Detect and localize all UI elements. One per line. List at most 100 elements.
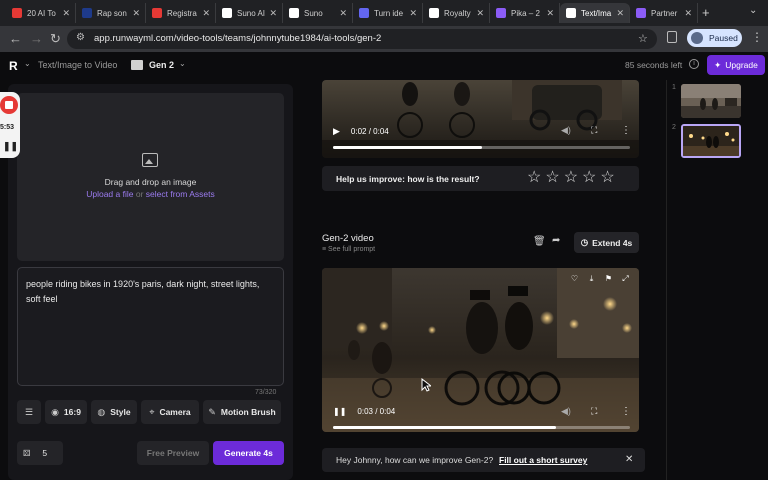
close-icon[interactable]: ✕	[625, 454, 633, 465]
browser-tab[interactable]: Suno AI ✕	[216, 3, 283, 23]
recording-time: 5:53	[0, 124, 15, 131]
video-progress-bar[interactable]	[333, 426, 630, 429]
video-progress-bar[interactable]	[333, 146, 630, 149]
close-tab-icon[interactable]: ✕	[132, 8, 140, 19]
browser-tab[interactable]: Registra ✕	[146, 3, 216, 23]
prompt-textarea[interactable]: people riding bikes in 1920's paris, dar…	[17, 267, 284, 386]
style-button[interactable]: ◍ Style	[91, 400, 137, 424]
video-title: Gen-2 video	[322, 233, 374, 244]
seed-icon: ⚄	[23, 447, 31, 458]
generate-button[interactable]: Generate 4s	[213, 441, 284, 465]
reload-icon[interactable]: ↻	[50, 31, 61, 47]
trash-icon[interactable]: 🗑	[533, 236, 546, 247]
browser-menu-icon[interactable]: ⋮	[751, 30, 763, 44]
sliders-icon: ☰	[24, 406, 34, 417]
settings-button[interactable]: ☰	[17, 400, 41, 424]
play-icon[interactable]: ▶	[333, 126, 340, 137]
project-name[interactable]: Gen 2	[149, 60, 174, 70]
favorite-icon[interactable]: ♡	[568, 272, 581, 285]
site-icon	[636, 8, 646, 18]
close-tab-icon[interactable]: ✕	[339, 8, 347, 19]
video-player[interactable]: ▶ 0:02 / 0:04 ◀) ⛶ ⋮	[322, 80, 639, 158]
browser-tab[interactable]: Royalty ✕	[423, 3, 490, 23]
free-preview-button[interactable]: Free Preview	[137, 441, 209, 465]
feedback-question: Help us improve: how is the result?	[336, 174, 480, 184]
new-tab-button[interactable]: +	[702, 5, 710, 20]
profile-button[interactable]: Paused	[687, 29, 742, 47]
expand-icon[interactable]: ⤢	[619, 272, 632, 285]
chevron-down-icon[interactable]: ⌄	[24, 59, 31, 68]
forward-arrow-icon[interactable]: →	[30, 31, 43, 46]
share-icon[interactable]: ➦	[552, 235, 560, 246]
char-count: 73/320	[255, 389, 277, 396]
survey-link[interactable]: Fill out a short survey	[499, 455, 587, 465]
upload-file-link[interactable]: Upload a file	[86, 189, 133, 199]
dropzone-title: Drag and drop an image	[104, 177, 197, 187]
breadcrumb[interactable]: Text/Image to Video	[38, 60, 117, 70]
more-options-icon[interactable]: ⋮	[621, 125, 631, 136]
browser-tab[interactable]: Turn ide ✕	[353, 3, 423, 23]
close-tab-icon[interactable]: ✕	[476, 8, 484, 19]
motion-brush-button[interactable]: ✎ Motion Brush	[203, 400, 281, 424]
download-icon[interactable]: ⤓	[585, 272, 598, 285]
aspect-ratio-button[interactable]: ◉ 16:9	[45, 400, 87, 424]
seed-control[interactable]: ⚄ 5	[17, 441, 63, 465]
close-tab-icon[interactable]: ✕	[269, 8, 277, 19]
close-tab-icon[interactable]: ✕	[202, 8, 210, 19]
fullscreen-icon[interactable]: ⛶	[591, 406, 597, 417]
side-panel-icon[interactable]	[667, 31, 677, 43]
star-icon[interactable]: ☆	[582, 169, 596, 187]
sparkle-icon: ✦	[714, 59, 722, 70]
pause-icon[interactable]: ❚❚	[3, 141, 18, 152]
camera-button[interactable]: ⌖ Camera	[141, 400, 199, 424]
star-icon[interactable]: ☆	[527, 169, 541, 187]
close-tab-icon[interactable]: ✕	[409, 8, 417, 19]
thumbnail-image	[681, 84, 741, 118]
close-tab-icon[interactable]: ✕	[616, 8, 624, 19]
browser-tab-bar: 20 AI To ✕ Rap son ✕ Registra ✕ Suno AI ✕ Su…	[0, 0, 768, 26]
video-progress-fill	[333, 426, 556, 429]
select-assets-link[interactable]: select from Assets	[146, 189, 215, 199]
star-icon[interactable]: ☆	[564, 169, 578, 187]
thumbnail-index: 2	[672, 124, 676, 131]
browser-tab[interactable]: Pika – 2 ✕	[490, 3, 560, 23]
browser-toolbar: ← → ↻ ⚙ app.runwayml.com/video-tools/tea…	[0, 26, 768, 52]
address-bar[interactable]: ⚙ app.runwayml.com/video-tools/teams/joh…	[67, 29, 657, 49]
volume-icon[interactable]: ◀)	[561, 406, 571, 417]
browser-tab[interactable]: Rap son ✕	[76, 3, 146, 23]
back-arrow-icon[interactable]: ←	[9, 31, 22, 46]
palette-icon: ◍	[97, 406, 106, 417]
flag-icon[interactable]: ⚑	[602, 272, 615, 285]
thumbnail-item[interactable]	[681, 84, 741, 118]
browser-tab[interactable]: Partner ✕	[630, 3, 698, 23]
star-icon[interactable]: ☆	[545, 169, 559, 187]
bookmark-star-icon[interactable]: ☆	[638, 32, 648, 45]
browser-tab[interactable]: Suno ✕	[283, 3, 353, 23]
more-options-icon[interactable]: ⋮	[621, 406, 631, 417]
close-tab-icon[interactable]: ✕	[62, 8, 70, 19]
see-full-prompt-link[interactable]: ≡ See full prompt	[322, 246, 375, 253]
chevron-down-icon[interactable]: ⌄	[179, 59, 186, 68]
ratio-icon: ◉	[51, 406, 59, 417]
close-tab-icon[interactable]: ✕	[546, 8, 554, 19]
rating-stars[interactable]: ☆ ☆ ☆ ☆ ☆	[527, 169, 615, 187]
extend-button[interactable]: ◷ Extend 4s	[574, 232, 639, 253]
close-tab-icon[interactable]: ✕	[684, 8, 692, 19]
site-info-icon[interactable]: ⚙	[76, 32, 85, 43]
browser-tab[interactable]: 20 AI To ✕	[6, 3, 76, 23]
pause-icon[interactable]: ❚❚	[333, 407, 346, 416]
site-icon	[359, 8, 369, 18]
tab-search-icon[interactable]: ⌄	[749, 5, 757, 16]
star-icon[interactable]: ☆	[600, 169, 614, 187]
runway-logo-icon[interactable]: R	[9, 59, 23, 73]
browser-tab-active[interactable]: Text/Ima ✕	[560, 3, 630, 23]
video-player[interactable]: ♡ ⤓ ⚑ ⤢ ❚❚ 0:03 / 0:04 ◀) ⛶ ⋮	[322, 268, 639, 432]
survey-banner: Hey Johnny, how can we improve Gen-2? Fi…	[322, 448, 645, 472]
seed-value: 5	[42, 448, 48, 458]
suno-icon	[222, 8, 232, 18]
upgrade-button[interactable]: ✦ Upgrade	[707, 55, 765, 75]
fullscreen-icon[interactable]: ⛶	[591, 125, 597, 136]
volume-icon[interactable]: ◀)	[561, 125, 571, 136]
info-icon[interactable]: i	[689, 59, 699, 69]
thumbnail-item-selected[interactable]	[681, 124, 741, 158]
